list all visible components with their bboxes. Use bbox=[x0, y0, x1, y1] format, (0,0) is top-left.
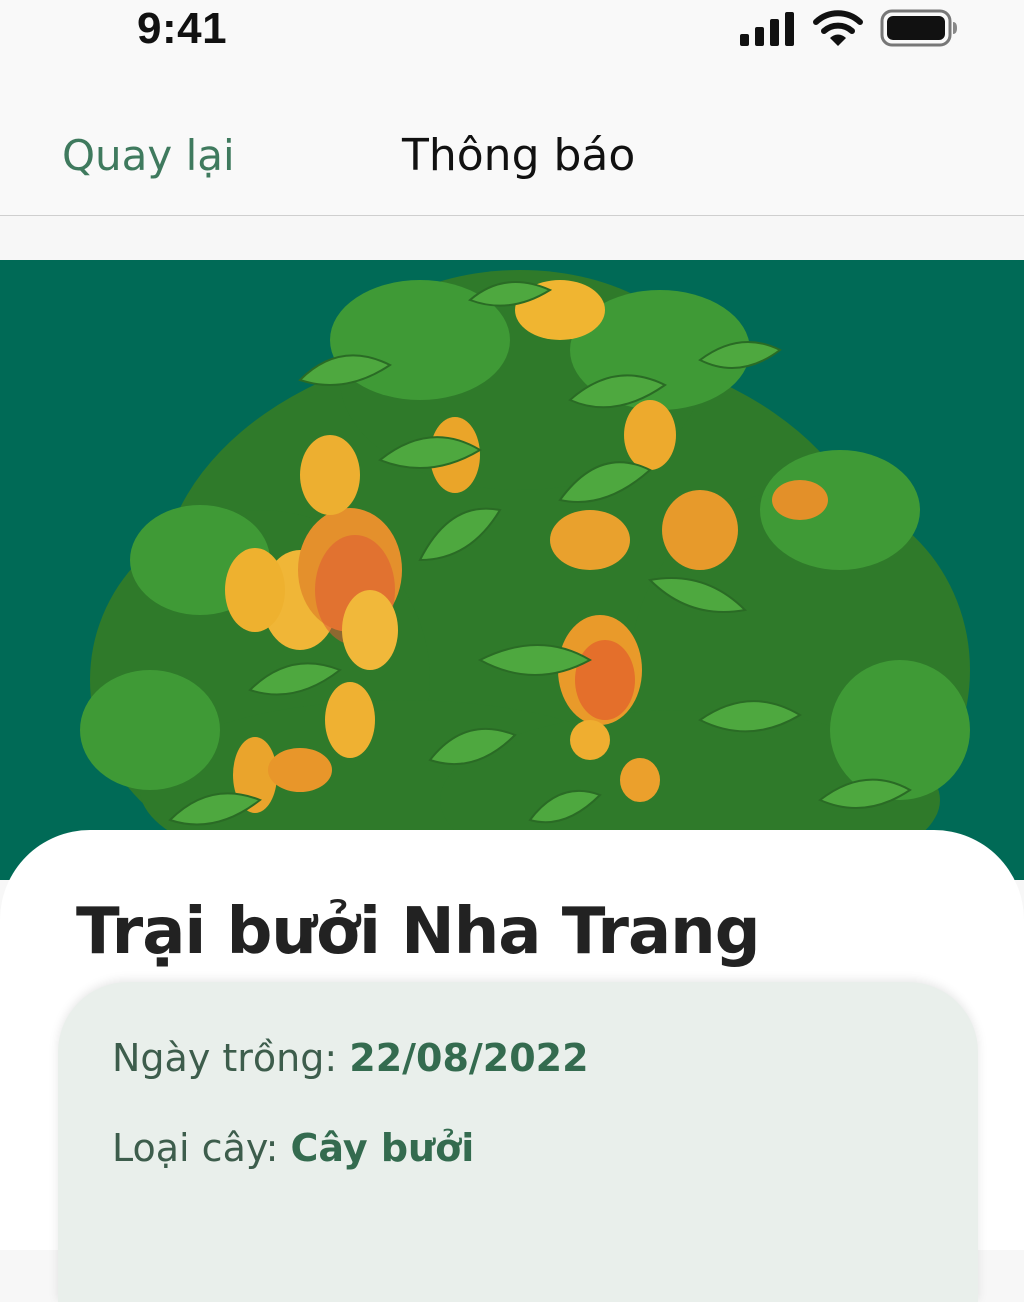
mango-tree-image bbox=[80, 270, 970, 880]
status-time: 9:41 bbox=[137, 4, 228, 53]
status-bar: 9:41 bbox=[0, 0, 1024, 62]
battery-icon bbox=[880, 9, 957, 47]
nav-bar: Quay lại Thông báo bbox=[0, 62, 1024, 216]
wifi-icon bbox=[813, 10, 863, 46]
farm-info-box: Ngày trồng: 22/08/2022 Loại cây: Cây bưở… bbox=[58, 982, 978, 1302]
planting-date-value: 22/08/2022 bbox=[349, 1036, 589, 1080]
signal-icon bbox=[740, 12, 794, 46]
page-title: Thông báo bbox=[402, 130, 636, 181]
back-button[interactable]: Quay lại bbox=[62, 132, 235, 180]
tree-type-row: Loại cây: Cây bưởi bbox=[112, 1126, 474, 1170]
tree-type-value: Cây bưởi bbox=[290, 1126, 475, 1170]
farm-detail-card: Trại bưởi Nha Trang Ngày trồng: 22/08/20… bbox=[0, 830, 1024, 1302]
planting-date-row: Ngày trồng: 22/08/2022 bbox=[112, 1036, 589, 1080]
tree-type-label: Loại cây: bbox=[112, 1126, 291, 1170]
planting-date-label: Ngày trồng: bbox=[112, 1036, 350, 1080]
farm-title: Trại bưởi Nha Trang bbox=[76, 895, 760, 969]
hero-banner bbox=[0, 260, 1024, 880]
